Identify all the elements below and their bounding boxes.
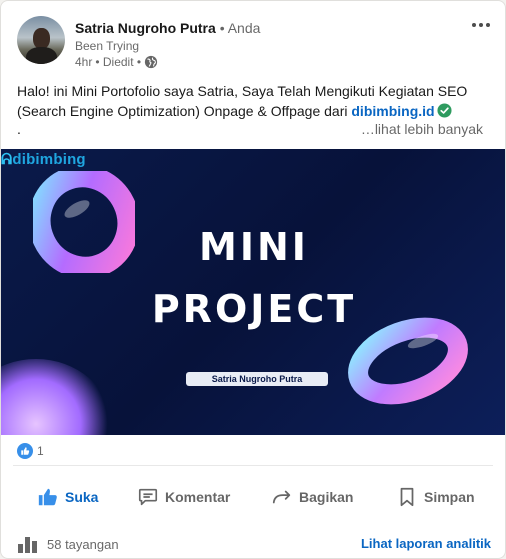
views-label: 58 tayangan: [47, 536, 119, 552]
share-label: Bagikan: [299, 489, 354, 505]
verified-check-icon: [437, 103, 452, 118]
brand-logo: ᕱdibimbing: [1, 151, 86, 168]
divider: [13, 465, 493, 466]
comment-button[interactable]: Komentar: [137, 479, 230, 515]
post-footer: 58 tayangan Lihat laporan analitik: [1, 527, 505, 557]
more-horizontal-icon: [472, 23, 476, 27]
banner-name-tag: Satria Nugroho Putra: [186, 372, 328, 386]
bookmark-icon: [400, 487, 414, 507]
decorative-glow: [1, 359, 111, 435]
post-link[interactable]: dibimbing.id: [351, 103, 434, 119]
like-reaction-icon: [17, 443, 33, 459]
avatar[interactable]: [17, 16, 65, 64]
like-label: Suka: [65, 489, 99, 505]
share-arrow-icon: [272, 490, 291, 504]
like-button[interactable]: Suka: [37, 479, 98, 515]
comment-icon: [138, 488, 158, 506]
share-button[interactable]: Bagikan: [271, 479, 353, 515]
more-options-button[interactable]: [467, 13, 495, 37]
views-count[interactable]: 58 tayangan: [17, 535, 119, 553]
analytics-link[interactable]: Lihat laporan analitik: [361, 536, 491, 551]
post-trailing: .: [17, 121, 21, 137]
thumbs-up-icon: [38, 488, 57, 506]
comment-label: Komentar: [165, 489, 231, 505]
save-button[interactable]: Simpan: [396, 479, 475, 515]
reactions-count: 1: [37, 444, 44, 458]
bar-chart-icon: [18, 537, 37, 553]
globe-icon: [144, 55, 158, 69]
save-label: Simpan: [424, 489, 475, 505]
action-bar: Suka Komentar Bagikan Simpan: [1, 479, 505, 515]
banner-title-line1: MINI: [199, 225, 309, 269]
author-relation: • Anda: [219, 20, 261, 36]
see-more-link[interactable]: …lihat lebih banyak: [361, 121, 483, 137]
author-line: Satria Nugroho Putra • Anda: [75, 20, 260, 36]
author-headline: Been Trying: [75, 39, 140, 53]
post-image[interactable]: ᕱdibimbing MINI PROJECT Satria Nugroho P…: [1, 149, 505, 435]
banner-title-line2: PROJECT: [151, 287, 357, 331]
post-meta: 4hr • Diedit •: [75, 55, 158, 69]
post-card: Satria Nugroho Putra • Anda Been Trying …: [0, 0, 506, 559]
reactions-summary[interactable]: 1: [17, 443, 44, 459]
author-name[interactable]: Satria Nugroho Putra: [75, 20, 216, 36]
post-edited: • Diedit •: [95, 55, 142, 69]
post-text: Halo! ini Mini Portofolio saya Satria, S…: [17, 81, 491, 121]
post-time: 4hr: [75, 55, 93, 69]
